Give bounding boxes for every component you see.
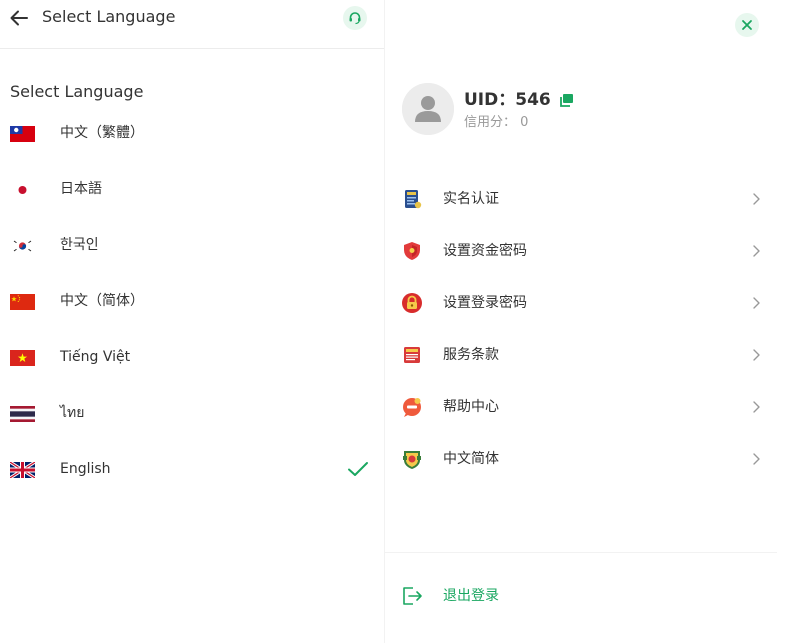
menu-label: 中文简体 bbox=[443, 451, 499, 467]
credit-value: 0 bbox=[520, 115, 529, 130]
help-bubble-icon bbox=[401, 396, 423, 418]
taiwan-flag-icon bbox=[10, 126, 35, 142]
chevron-right-icon bbox=[751, 295, 763, 311]
id-card-icon bbox=[401, 188, 423, 210]
menu-label: 设置登录密码 bbox=[443, 295, 527, 311]
language-item-th[interactable]: ไทย bbox=[0, 385, 384, 441]
back-button[interactable] bbox=[8, 7, 30, 29]
thailand-flag-icon bbox=[10, 406, 35, 422]
logout-icon bbox=[401, 585, 423, 607]
close-icon bbox=[742, 20, 752, 30]
language-label: ไทย bbox=[60, 405, 85, 421]
chevron-right-icon bbox=[751, 191, 763, 207]
language-item-ko[interactable]: 한국인 bbox=[0, 217, 384, 273]
close-button[interactable] bbox=[735, 13, 759, 37]
lock-icon bbox=[401, 292, 423, 314]
support-button[interactable] bbox=[343, 6, 367, 30]
language-header: Select Language bbox=[0, 0, 384, 49]
menu-item-language[interactable]: 中文简体 bbox=[385, 434, 786, 486]
app-root: Select Language Select Language 中文（繁體） 日… bbox=[0, 0, 786, 643]
menu-item-help-center[interactable]: 帮助中心 bbox=[385, 382, 786, 434]
user-avatar-icon bbox=[402, 83, 454, 135]
menu-label: 帮助中心 bbox=[443, 399, 499, 415]
rules-book-icon bbox=[401, 344, 423, 366]
uid-value: 546 bbox=[515, 90, 551, 110]
language-label: Tiếng Việt bbox=[60, 349, 131, 365]
uid-label: UID： bbox=[464, 90, 516, 110]
chevron-right-icon bbox=[751, 399, 763, 415]
language-badge-icon bbox=[401, 448, 423, 470]
menu-item-login-password[interactable]: 设置登录密码 bbox=[385, 278, 786, 330]
language-list: 中文（繁體） 日本語 한국인 中文（简体） Tiếng Việt ไทย Eng… bbox=[0, 105, 384, 497]
section-title: Select Language bbox=[10, 82, 144, 101]
language-label: 中文（繁體） bbox=[60, 125, 144, 141]
language-item-en[interactable]: English bbox=[0, 441, 384, 497]
language-panel: Select Language Select Language 中文（繁體） 日… bbox=[0, 0, 385, 643]
korea-flag-icon bbox=[10, 238, 35, 254]
credit-line: 信用分： 0 bbox=[464, 114, 528, 132]
logout-button[interactable]: 退出登录 bbox=[385, 576, 786, 616]
menu-label: 实名认证 bbox=[443, 191, 499, 207]
uk-flag-icon bbox=[10, 462, 35, 478]
chevron-right-icon bbox=[751, 451, 763, 467]
divider bbox=[385, 552, 777, 553]
japan-flag-icon bbox=[10, 182, 35, 198]
language-item-ja[interactable]: 日本語 bbox=[0, 161, 384, 217]
language-label: 日本語 bbox=[60, 181, 102, 197]
language-label: 中文（简体） bbox=[60, 293, 144, 309]
menu-item-fund-password[interactable]: 设置资金密码 bbox=[385, 226, 786, 278]
language-item-zh-hant[interactable]: 中文（繁體） bbox=[0, 105, 384, 161]
language-item-zh-hans[interactable]: 中文（简体） bbox=[0, 273, 384, 329]
logout-label: 退出登录 bbox=[443, 588, 499, 604]
language-label: 한국인 bbox=[60, 237, 99, 253]
headset-icon bbox=[349, 12, 361, 25]
arrow-left-icon bbox=[10, 10, 28, 26]
uid-line: UID： 546 bbox=[464, 88, 575, 112]
vietnam-flag-icon bbox=[10, 350, 35, 366]
menu-item-terms[interactable]: 服务条款 bbox=[385, 330, 786, 382]
menu-label: 服务条款 bbox=[443, 347, 499, 363]
user-menu-panel: UID： 546 信用分： 0 实名认证 设置资金密码 设置登录密码 服务条款 … bbox=[385, 0, 786, 643]
menu-label: 设置资金密码 bbox=[443, 243, 527, 259]
credit-label: 信用分： bbox=[464, 115, 517, 130]
copy-icon[interactable] bbox=[559, 92, 575, 108]
menu-item-real-name[interactable]: 实名认证 bbox=[385, 174, 786, 226]
menu-list: 实名认证 设置资金密码 设置登录密码 服务条款 帮助中心 中文简体 bbox=[385, 174, 786, 486]
chevron-right-icon bbox=[751, 347, 763, 363]
check-icon bbox=[346, 457, 370, 481]
chevron-right-icon bbox=[751, 243, 763, 259]
language-item-vi[interactable]: Tiếng Việt bbox=[0, 329, 384, 385]
shield-icon bbox=[401, 240, 423, 262]
language-label: English bbox=[60, 461, 111, 477]
page-title: Select Language bbox=[42, 7, 176, 26]
avatar bbox=[402, 83, 454, 135]
china-flag-icon bbox=[10, 294, 35, 310]
